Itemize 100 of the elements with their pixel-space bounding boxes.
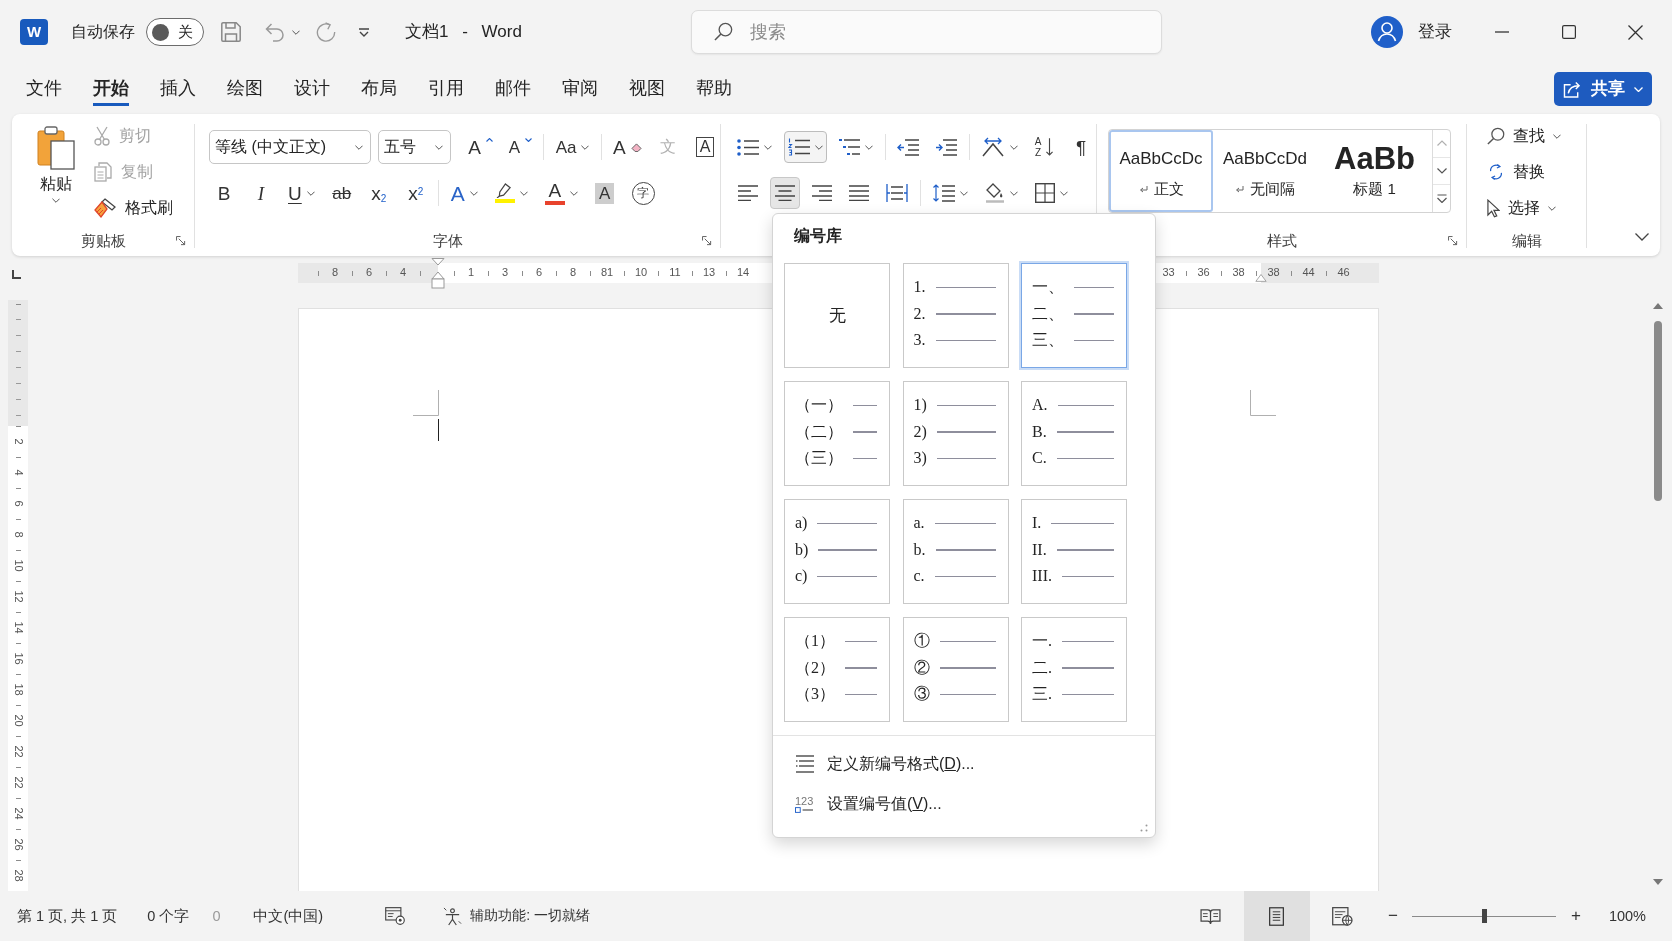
ribbon-tab[interactable]: 插入: [160, 72, 196, 106]
align-center-button[interactable]: [770, 177, 800, 209]
zoom-slider-thumb[interactable]: [1481, 909, 1487, 923]
scrollbar-thumb[interactable]: [1654, 321, 1662, 501]
placeholder-line: [939, 667, 996, 669]
style-option[interactable]: AaBbCcDd 无间隔: [1213, 130, 1317, 212]
show-marks-button[interactable]: ¶: [1066, 131, 1096, 163]
text-effects-button[interactable]: A: [445, 177, 483, 209]
grow-font-button[interactable]: A: [463, 131, 498, 163]
change-case-button[interactable]: Aa: [551, 131, 594, 163]
style-option[interactable]: AaBb 标题 1: [1317, 130, 1432, 212]
customize-toolbar-icon[interactable]: [358, 27, 370, 37]
app-logo: W: [20, 19, 48, 45]
share-button[interactable]: 共享: [1554, 72, 1652, 106]
ribbon-tab[interactable]: 审阅: [562, 72, 598, 106]
tab-stop-selector-icon[interactable]: [12, 270, 21, 279]
numbering-format-option[interactable]: ① ② ③: [902, 617, 1009, 722]
align-left-icon: [738, 185, 758, 201]
save-icon[interactable]: [221, 22, 241, 42]
ribbon-tab[interactable]: 帮助: [696, 72, 732, 106]
strikethrough-button[interactable]: ab: [326, 177, 357, 209]
ribbon-tab[interactable]: 引用: [428, 72, 464, 106]
bold-button[interactable]: B: [209, 177, 239, 209]
scroll-down-icon[interactable]: [1653, 879, 1663, 885]
highlighter-icon: [496, 183, 514, 198]
macro-icon[interactable]: [385, 907, 406, 925]
font-color-button[interactable]: A: [539, 177, 583, 209]
search-field[interactable]: 搜索: [691, 10, 1162, 54]
numbered-list-icon: [787, 138, 810, 156]
list-marker: （二）: [795, 421, 843, 442]
superscript-button[interactable]: x$^{2}$: [400, 177, 431, 209]
style-option[interactable]: AaBbCcDc 正文: [1109, 130, 1213, 212]
paste-button[interactable]: 粘贴: [21, 114, 91, 226]
numbering-format-option[interactable]: a. b. c.: [902, 499, 1009, 604]
select-button[interactable]: 选择: [1487, 193, 1586, 223]
menu-item[interactable]: 定义新编号格式(D)...: [773, 744, 975, 784]
print-view-button[interactable]: [1243, 891, 1310, 941]
list-marker: （1）: [795, 631, 835, 652]
underline-button[interactable]: U: [283, 177, 320, 209]
sign-in-link[interactable]: 登录: [1418, 21, 1452, 43]
scroll-up-icon[interactable]: [1653, 303, 1663, 309]
autosave-toggle[interactable]: 关: [146, 18, 204, 46]
dialog-launcher-icon[interactable]: [176, 236, 186, 246]
ribbon-tab[interactable]: 绘图: [227, 72, 263, 106]
ribbon-tab[interactable]: 视图: [629, 72, 665, 106]
more-styles-icon[interactable]: [1436, 194, 1447, 204]
dialog-launcher-icon[interactable]: [702, 236, 712, 246]
ribbon-tab[interactable]: 邮件: [495, 72, 531, 106]
list-marker: 三、: [1032, 330, 1064, 351]
font-name-combobox[interactable]: 等线 (中文正文): [209, 130, 371, 164]
font-size-combobox[interactable]: 五号: [377, 130, 451, 164]
clear-formatting-button[interactable]: A: [608, 131, 646, 163]
numbering-format-option[interactable]: 一. 二. 三.: [1021, 617, 1127, 722]
scroll-down-icon[interactable]: [1436, 168, 1447, 174]
character-shading-button[interactable]: A: [589, 177, 620, 209]
numbering-format-option[interactable]: I. II. III.: [1021, 499, 1127, 604]
undo-icon[interactable]: [265, 22, 285, 42]
numbering-format-option[interactable]: 无: [784, 263, 890, 368]
paintbrush-icon: [94, 198, 116, 218]
ribbon-tab[interactable]: 开始: [93, 72, 129, 106]
account-avatar-icon[interactable]: [1371, 16, 1403, 48]
sort-button[interactable]: A Z: [1029, 131, 1059, 163]
numbering-format-option[interactable]: 1. 2. 3.: [902, 263, 1009, 368]
shrink-font-button[interactable]: A: [504, 131, 537, 163]
accessibility-button[interactable]: 辅助功能: 一切就绪: [443, 906, 590, 926]
zoom-in-button[interactable]: +: [1568, 905, 1583, 927]
list-format-icon: [795, 755, 815, 773]
list-marker: I.: [1032, 513, 1042, 534]
dialog-launcher-icon[interactable]: [1448, 236, 1458, 246]
italic-button[interactable]: I: [246, 177, 276, 209]
numbering-format-option[interactable]: 1) 2) 3): [902, 381, 1009, 486]
menu-item[interactable]: 123 设置编号值(V)...: [773, 784, 942, 824]
numbering-format-option[interactable]: a) b) c): [784, 499, 890, 604]
find-button[interactable]: 查找: [1487, 121, 1586, 151]
character-border-button[interactable]: A: [690, 131, 720, 163]
autosave-label: 自动保存: [71, 22, 135, 42]
replace-button[interactable]: 替换: [1487, 157, 1586, 187]
redo-icon[interactable]: [316, 22, 336, 42]
numbering-format-option[interactable]: （一） （二） （三）: [784, 381, 890, 486]
placeholder-line: [1056, 549, 1114, 551]
collapse-ribbon-icon[interactable]: [1635, 233, 1649, 241]
ribbon-tab[interactable]: 设计: [294, 72, 330, 106]
resize-grip-icon[interactable]: [1140, 824, 1148, 832]
ribbon-tab[interactable]: 文件: [26, 72, 62, 106]
ribbon-tab[interactable]: 布局: [361, 72, 397, 106]
numbering-format-option[interactable]: A. B. C.: [1021, 381, 1127, 486]
list-marker: （一）: [795, 395, 843, 416]
indent-marker-icon[interactable]: [1255, 273, 1267, 282]
close-icon[interactable]: [1628, 24, 1643, 40]
numbering-button[interactable]: [783, 131, 827, 163]
distributed-icon: [886, 183, 908, 203]
zoom-out-button[interactable]: −: [1385, 905, 1400, 927]
maximize-icon[interactable]: [1562, 25, 1576, 39]
subscript-button[interactable]: x$_{2}$: [363, 177, 394, 209]
numbering-format-option[interactable]: （1） （2） （3）: [784, 617, 890, 722]
placeholder-line: [935, 286, 996, 288]
indent-marker-icon[interactable]: [431, 258, 445, 289]
caret-icon[interactable]: [292, 29, 300, 35]
numbering-format-option[interactable]: 一、 二、 三、: [1021, 263, 1127, 368]
format-painter-button[interactable]: 格式刷: [94, 193, 173, 223]
